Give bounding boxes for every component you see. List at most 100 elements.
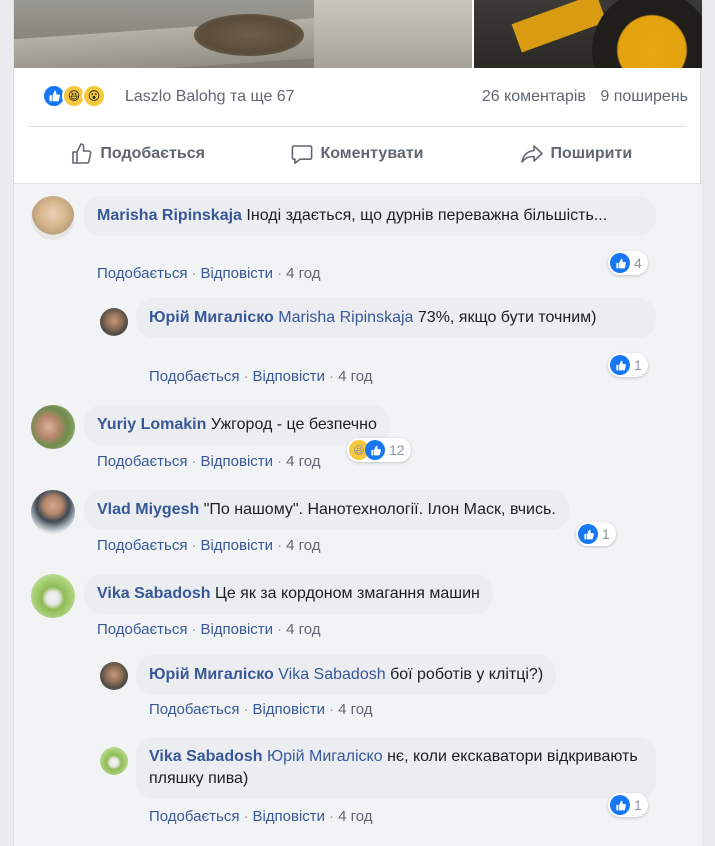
reaction-icons[interactable]: 😆 😮 bbox=[42, 84, 122, 108]
comment-time[interactable]: 4 год bbox=[338, 808, 372, 825]
mention-link[interactable]: Vika Sabadosh bbox=[278, 666, 385, 683]
comment-meta: Подобається · Відповісти · 4 год bbox=[97, 265, 321, 282]
comment-reply-link[interactable]: Відповісти bbox=[200, 621, 273, 638]
mention-link[interactable]: Юрій Мигаліско bbox=[267, 748, 383, 765]
comment-time[interactable]: 4 год bbox=[338, 701, 372, 718]
comment-text: 73%, якщо бути точним) bbox=[417, 309, 597, 326]
avatar[interactable] bbox=[100, 308, 128, 336]
comment-time[interactable]: 4 год bbox=[286, 537, 320, 554]
comment-like-link[interactable]: Подобається bbox=[149, 701, 239, 718]
share-arrow-icon bbox=[521, 145, 544, 163]
comment-bubble: Yuriy Lomakin Ужгород - це безпечно bbox=[84, 405, 390, 445]
comment-bubble: Marisha Ripinskaja Іноді здається, що ду… bbox=[84, 196, 656, 236]
reply-item: Юрій Мигаліско Marisha Ripinskaja 73%, я… bbox=[14, 296, 702, 396]
comment-like-link[interactable]: Подобається bbox=[97, 621, 187, 638]
comment-item: Yuriy Lomakin Ужгород - це безпечно 😆 12… bbox=[14, 402, 702, 482]
comment-reply-link[interactable]: Відповісти bbox=[200, 453, 273, 470]
like-reaction-icon bbox=[578, 524, 598, 544]
reaction-count-value: 1 bbox=[634, 797, 642, 813]
comment-meta: Подобається · Відповісти · 4 год bbox=[97, 453, 321, 470]
comment-text: "По нашому". Нанотехнології. Ілон Маск, … bbox=[203, 501, 556, 518]
wow-reaction-icon: 😮 bbox=[82, 84, 106, 108]
comment-like-link[interactable]: Подобається bbox=[97, 537, 187, 554]
comment-like-link[interactable]: Подобається bbox=[97, 453, 187, 470]
reactions-summary-link[interactable]: Laszlo Balohg та ще 67 bbox=[125, 88, 295, 106]
comment-reply-link[interactable]: Відповісти bbox=[252, 701, 325, 718]
comment-reply-link[interactable]: Відповісти bbox=[252, 368, 325, 385]
comment-time[interactable]: 4 год bbox=[286, 621, 320, 638]
reply-item: Юрій Мигаліско Vika Sabadosh бої роботів… bbox=[14, 652, 702, 728]
like-reaction-icon bbox=[365, 440, 385, 460]
shares-count-link[interactable]: 9 поширень bbox=[600, 88, 688, 105]
comment-reaction-count[interactable]: 1 bbox=[608, 793, 648, 817]
comment-reply-link[interactable]: Відповісти bbox=[252, 808, 325, 825]
comment-reply-link[interactable]: Відповісти bbox=[200, 265, 273, 282]
post-stats: 😆 😮 Laszlo Balohg та ще 67 26 коментарів… bbox=[28, 80, 688, 114]
comment-item: Vlad Miygesh "По нашому". Нанотехнології… bbox=[14, 487, 702, 567]
post-action-bar: Подобається Коментувати Поширити bbox=[28, 130, 686, 178]
mention-link[interactable]: Marisha Ripinskaja bbox=[278, 309, 413, 326]
comment-meta: Подобається · Відповісти · 4 год bbox=[149, 701, 373, 718]
comment-text: Це як за кордоном змагання машин bbox=[214, 585, 480, 602]
reply-bubble: Юрій Мигаліско Marisha Ripinskaja 73%, я… bbox=[136, 298, 656, 338]
thumbs-up-icon bbox=[72, 143, 92, 164]
post-photo-excavator[interactable] bbox=[474, 0, 702, 68]
comment-meta: Подобається · Відповісти · 4 год bbox=[149, 368, 373, 385]
comment-button[interactable]: Коментувати bbox=[247, 130, 466, 178]
like-reaction-icon bbox=[610, 253, 630, 273]
comment-author[interactable]: Vlad Miygesh bbox=[97, 501, 199, 518]
comment-author[interactable]: Юрій Мигаліско bbox=[149, 666, 274, 683]
avatar[interactable] bbox=[31, 490, 75, 534]
comment-author[interactable]: Vika Sabadosh bbox=[149, 748, 263, 765]
comment-like-link[interactable]: Подобається bbox=[149, 368, 239, 385]
comment-time[interactable]: 4 год bbox=[286, 265, 320, 282]
avatar[interactable] bbox=[100, 747, 128, 775]
comment-item: Marisha Ripinskaja Іноді здається, що ду… bbox=[14, 184, 702, 284]
avatar[interactable] bbox=[31, 405, 75, 449]
share-button[interactable]: Поширити bbox=[467, 130, 686, 178]
reaction-count-value: 4 bbox=[634, 255, 642, 271]
like-button-label: Подобається bbox=[100, 145, 205, 162]
comments-section: Marisha Ripinskaja Іноді здається, що ду… bbox=[14, 183, 702, 846]
comment-author[interactable]: Юрій Мигаліско bbox=[149, 309, 274, 326]
comment-reaction-count[interactable]: 😆 12 bbox=[347, 438, 411, 462]
speech-bubble-icon bbox=[292, 145, 313, 164]
comments-count-link[interactable]: 26 коментарів bbox=[482, 88, 586, 105]
like-reaction-icon bbox=[610, 795, 630, 815]
comment-item: Vika Sabadosh Це як за кордоном змагання… bbox=[14, 571, 702, 651]
reply-bubble: Vika Sabadosh Юрій Мигаліско нє, коли ек… bbox=[136, 737, 656, 799]
reply-item: Vika Sabadosh Юрій Мигаліско нє, коли ек… bbox=[14, 737, 702, 837]
comment-reaction-count[interactable]: 4 bbox=[608, 251, 648, 275]
comment-reply-link[interactable]: Відповісти bbox=[200, 537, 273, 554]
post-photo-manhole[interactable] bbox=[14, 0, 472, 68]
reaction-count-value: 12 bbox=[389, 442, 405, 458]
reply-bubble: Юрій Мигаліско Vika Sabadosh бої роботів… bbox=[136, 655, 557, 695]
post-card: 😆 😮 Laszlo Balohg та ще 67 26 коментарів… bbox=[13, 0, 702, 846]
comment-time[interactable]: 4 год bbox=[286, 453, 320, 470]
comment-text: Ужгород - це безпечно bbox=[210, 416, 377, 433]
divider bbox=[28, 126, 686, 127]
comment-bubble: Vika Sabadosh Це як за кордоном змагання… bbox=[84, 574, 493, 614]
share-button-label: Поширити bbox=[550, 145, 633, 162]
comment-author[interactable]: Marisha Ripinskaja bbox=[97, 207, 242, 224]
comment-like-link[interactable]: Подобається bbox=[97, 265, 187, 282]
reaction-count-value: 1 bbox=[634, 357, 642, 373]
comment-author[interactable]: Vika Sabadosh bbox=[97, 585, 211, 602]
comment-reaction-count[interactable]: 1 bbox=[576, 522, 616, 546]
like-reaction-icon bbox=[610, 355, 630, 375]
like-button[interactable]: Подобається bbox=[28, 130, 247, 178]
comment-button-label: Коментувати bbox=[320, 145, 424, 162]
comment-like-link[interactable]: Подобається bbox=[149, 808, 239, 825]
comment-meta: Подобається · Відповісти · 4 год bbox=[97, 621, 321, 638]
comment-text: бої роботів у клітці?) bbox=[390, 666, 544, 683]
avatar[interactable] bbox=[31, 574, 75, 618]
post-photos[interactable] bbox=[14, 0, 702, 68]
avatar[interactable] bbox=[31, 196, 75, 240]
comment-reaction-count[interactable]: 1 bbox=[608, 353, 648, 377]
post-counts: 26 коментарів 9 поширень bbox=[482, 88, 688, 106]
comment-author[interactable]: Yuriy Lomakin bbox=[97, 416, 206, 433]
avatar[interactable] bbox=[100, 662, 128, 690]
comment-bubble: Vlad Miygesh "По нашому". Нанотехнології… bbox=[84, 490, 569, 530]
reaction-count-value: 1 bbox=[602, 526, 610, 542]
comment-time[interactable]: 4 год bbox=[338, 368, 372, 385]
